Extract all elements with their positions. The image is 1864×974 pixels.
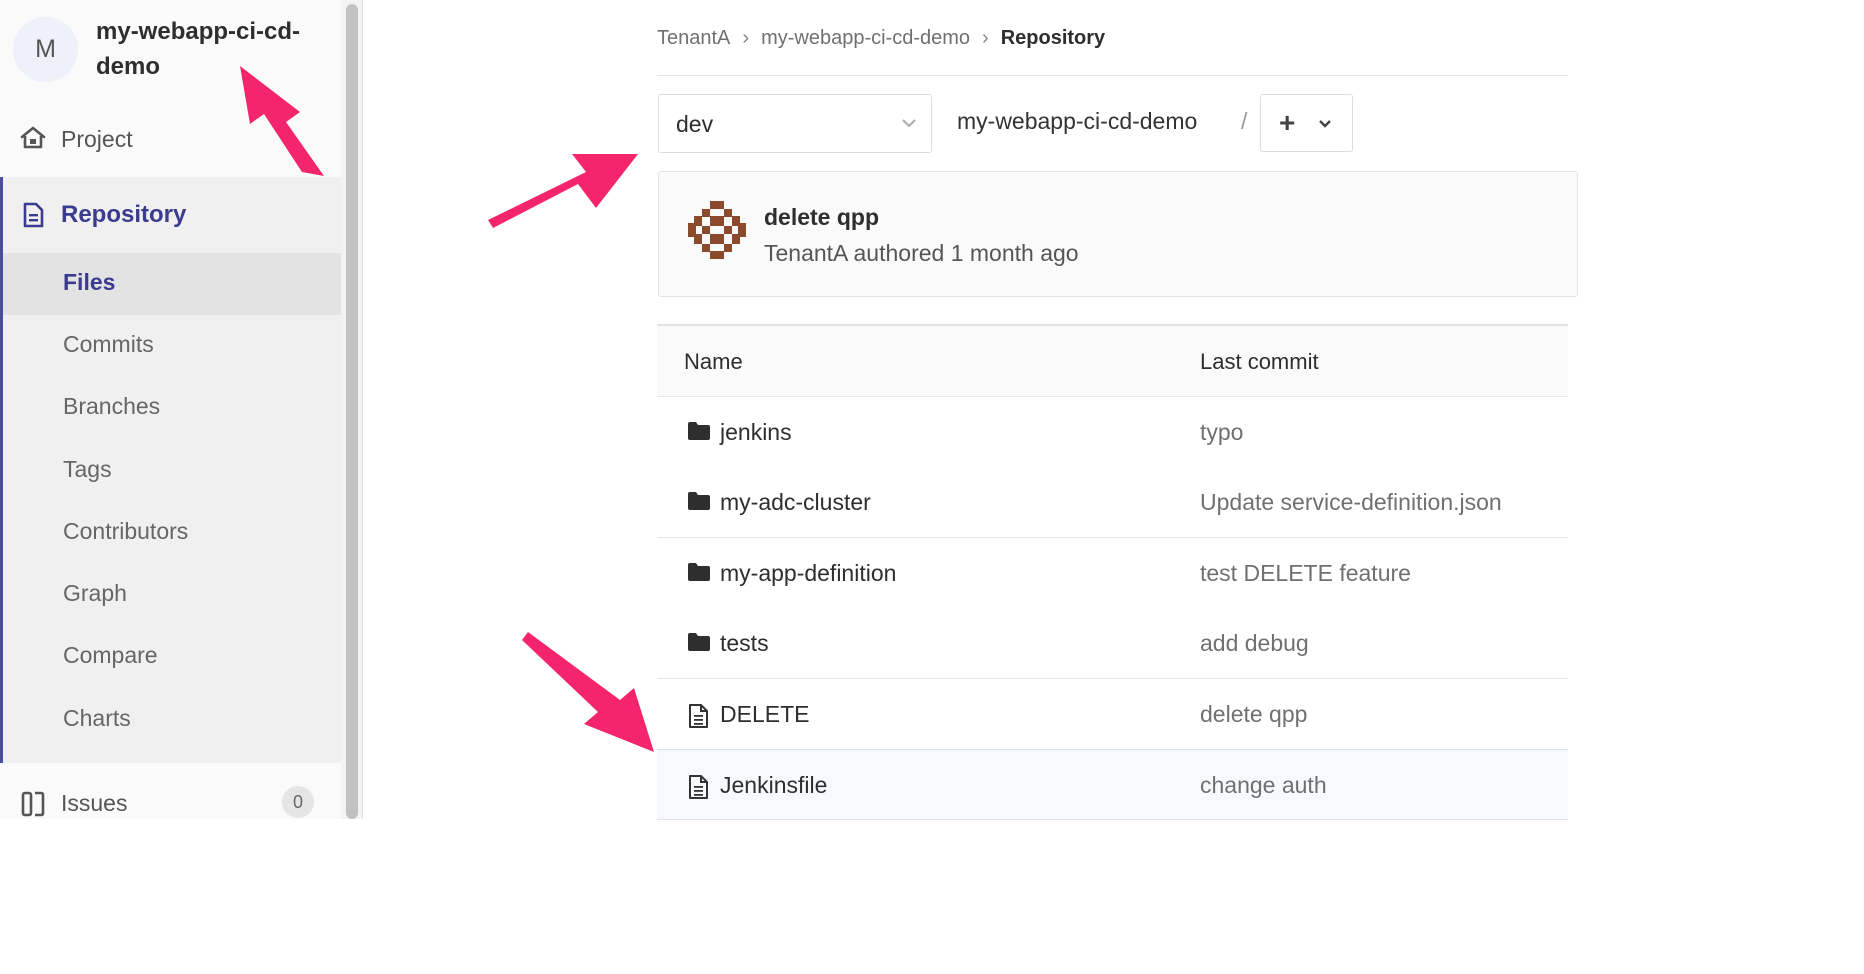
project-header[interactable]: M my-webapp-ci-cd-demo	[0, 0, 341, 100]
sidebar-item-label: Contributors	[63, 518, 189, 544]
file-name[interactable]: my-adc-cluster	[720, 489, 871, 516]
table-row[interactable]: Jenkinsfile change auth	[657, 749, 1568, 820]
plus-icon: +	[1279, 107, 1296, 138]
chevron-down-icon	[1317, 117, 1333, 136]
project-sidebar: M my-webapp-ci-cd-demo Project Repositor…	[0, 0, 341, 819]
scrollbar-thumb[interactable]	[346, 4, 358, 819]
sidebar-item-label: Commits	[63, 331, 154, 357]
sidebar-item-files[interactable]: Files	[3, 253, 341, 315]
file-name[interactable]: tests	[720, 630, 769, 657]
chevron-down-icon	[901, 115, 917, 136]
file-icon	[687, 774, 709, 805]
sidebar-item-label: Project	[61, 126, 133, 152]
sidebar-item-graph[interactable]: Graph	[3, 564, 341, 626]
issues-count-badge: 0	[282, 786, 314, 818]
branch-selector[interactable]: dev	[658, 94, 932, 153]
sidebar-item-label: Issues	[61, 790, 128, 816]
folder-icon	[687, 632, 711, 657]
repo-path[interactable]: my-webapp-ci-cd-demo	[957, 108, 1197, 135]
table-row[interactable]: tests add debug	[657, 608, 1568, 679]
sidebar-item-label: Graph	[63, 580, 127, 606]
sidebar-item-label: Repository	[61, 201, 187, 228]
home-icon	[20, 126, 46, 155]
table-row[interactable]: my-adc-cluster Update service-definition…	[657, 467, 1568, 538]
table-row[interactable]: jenkins typo	[657, 397, 1568, 468]
folder-icon	[687, 562, 711, 587]
file-name[interactable]: jenkins	[720, 419, 792, 446]
chevron-right-icon: ›	[742, 26, 750, 49]
sidebar-item-charts[interactable]: Charts	[3, 689, 341, 751]
last-commit-message[interactable]: add debug	[1200, 630, 1309, 657]
document-icon	[22, 202, 44, 233]
sidebar-item-compare[interactable]: Compare	[3, 626, 341, 688]
commit-meta: TenantA authored 1 month ago	[764, 240, 1079, 266]
sidebar-item-label: Tags	[63, 456, 112, 482]
last-commit-message[interactable]: delete qpp	[1200, 701, 1307, 728]
add-file-dropdown-button[interactable]: +	[1260, 94, 1353, 152]
breadcrumb-tenant[interactable]: TenantA	[657, 27, 730, 50]
sidebar-item-contributors[interactable]: Contributors	[3, 502, 341, 564]
path-separator: /	[1241, 108, 1248, 134]
sidebar-item-commits[interactable]: Commits	[3, 315, 341, 377]
file-name[interactable]: my-app-definition	[720, 560, 896, 587]
table-row[interactable]: DELETE delete qpp	[657, 679, 1568, 750]
last-commit-message[interactable]: change auth	[1200, 772, 1327, 799]
sidebar-scrollbar[interactable]	[341, 0, 363, 819]
sidebar-item-tags[interactable]: Tags	[3, 440, 341, 502]
breadcrumb: TenantA › my-webapp-ci-cd-demo › Reposit…	[657, 24, 1105, 52]
project-avatar[interactable]: M	[13, 17, 78, 82]
breadcrumb-repository[interactable]: Repository	[1001, 27, 1105, 50]
sidebar-item-label: Branches	[63, 393, 161, 419]
commit-author-avatar[interactable]	[688, 201, 746, 259]
table-header: Name Last commit	[657, 326, 1568, 397]
sidebar-item-label: Charts	[63, 705, 131, 731]
branch-value: dev	[676, 111, 714, 137]
column-header-last-commit: Last commit	[1200, 349, 1319, 374]
annotation-arrow-icon	[488, 154, 638, 228]
sidebar-item-label: Files	[63, 269, 116, 295]
sidebar-item-label: Compare	[63, 642, 158, 668]
table-row[interactable]: my-app-definition test DELETE feature	[657, 538, 1568, 609]
sidebar-item-issues[interactable]: Issues 0	[0, 770, 341, 830]
project-name[interactable]: my-webapp-ci-cd-demo	[96, 14, 331, 84]
sidebar-item-repository[interactable]: Repository	[3, 177, 341, 253]
chevron-right-icon: ›	[982, 26, 989, 49]
annotation-arrow-icon	[522, 632, 654, 752]
last-commit-panel: delete qpp TenantA authored 1 month ago	[658, 171, 1578, 297]
last-commit-message[interactable]: test DELETE feature	[1200, 560, 1411, 587]
issues-icon	[21, 791, 45, 822]
repository-section: Repository Files Commits Branches Tags C…	[0, 177, 341, 763]
sidebar-item-project[interactable]: Project	[0, 112, 341, 168]
file-name[interactable]: DELETE	[720, 701, 809, 728]
sidebar-item-branches[interactable]: Branches	[3, 377, 341, 439]
folder-icon	[687, 421, 711, 446]
file-icon	[687, 703, 709, 734]
divider	[657, 75, 1568, 76]
column-header-name: Name	[684, 349, 743, 374]
last-commit-message[interactable]: Update service-definition.json	[1200, 489, 1502, 516]
file-name[interactable]: Jenkinsfile	[720, 772, 827, 799]
breadcrumb-project[interactable]: my-webapp-ci-cd-demo	[761, 27, 970, 50]
folder-icon	[687, 491, 711, 516]
commit-title[interactable]: delete qpp	[764, 204, 879, 231]
last-commit-message[interactable]: typo	[1200, 419, 1243, 446]
